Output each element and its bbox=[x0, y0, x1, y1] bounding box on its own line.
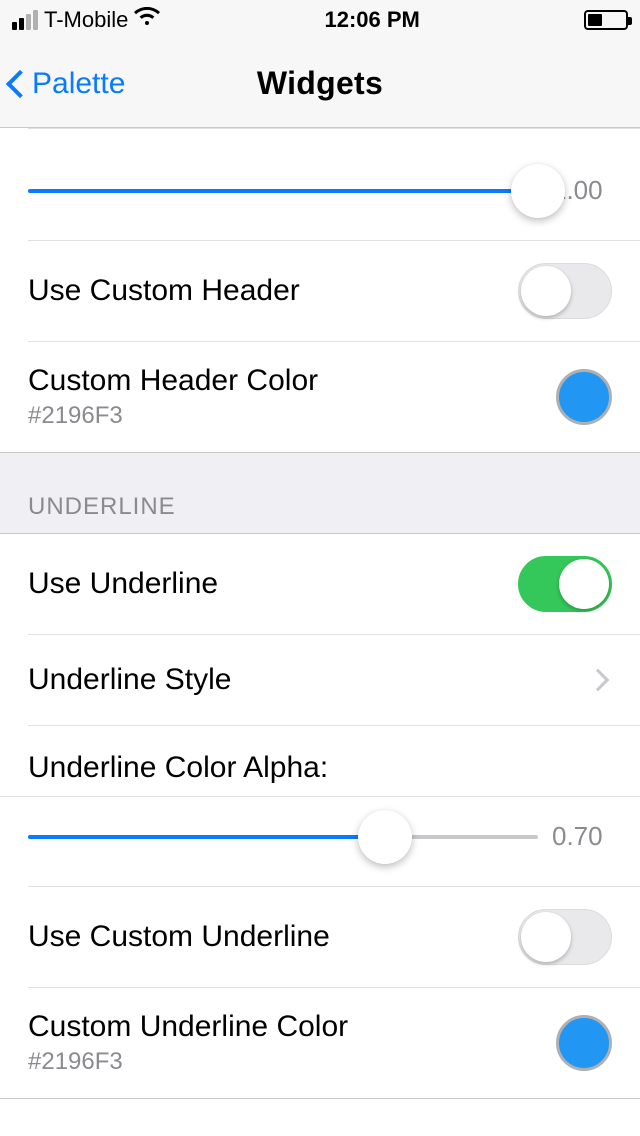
chevron-left-icon bbox=[6, 69, 34, 97]
underline-style-row[interactable]: Underline Style bbox=[0, 635, 640, 725]
header-alpha-slider-cell: 1.00 bbox=[0, 129, 640, 240]
use-underline-row: Use Underline bbox=[0, 534, 640, 634]
use-custom-underline-row: Use Custom Underline bbox=[0, 887, 640, 987]
custom-underline-color-hex: #2196F3 bbox=[28, 1048, 556, 1076]
slider-thumb[interactable] bbox=[511, 164, 565, 218]
underline-section-header: UNDERLINE bbox=[0, 453, 640, 533]
nav-bar: Palette Widgets bbox=[0, 40, 640, 128]
custom-underline-color-row[interactable]: Custom Underline Color #2196F3 bbox=[0, 988, 640, 1098]
use-underline-label: Use Underline bbox=[28, 567, 518, 601]
use-custom-underline-label: Use Custom Underline bbox=[28, 920, 518, 954]
content-scroll[interactable]: 1.00 Use Custom Header Custom Header Col… bbox=[0, 128, 640, 1136]
wifi-icon bbox=[134, 7, 160, 33]
clock: 12:06 PM bbox=[324, 7, 419, 33]
use-custom-header-label: Use Custom Header bbox=[28, 274, 518, 308]
battery-icon bbox=[584, 10, 628, 30]
chevron-right-icon bbox=[587, 669, 610, 692]
page-title: Widgets bbox=[257, 65, 383, 102]
custom-header-color-label: Custom Header Color bbox=[28, 364, 556, 398]
underline-alpha-slider[interactable] bbox=[28, 835, 538, 839]
underline-alpha-label-row: Underline Color Alpha: bbox=[0, 726, 640, 796]
signal-bars-icon bbox=[12, 10, 38, 30]
custom-header-color-swatch[interactable] bbox=[556, 369, 612, 425]
underline-alpha-label: Underline Color Alpha: bbox=[28, 751, 612, 785]
status-left: T-Mobile bbox=[12, 7, 160, 33]
carrier-label: T-Mobile bbox=[44, 7, 128, 33]
custom-underline-color-label: Custom Underline Color bbox=[28, 1010, 556, 1044]
back-label: Palette bbox=[32, 67, 125, 101]
status-bar: T-Mobile 12:06 PM bbox=[0, 0, 640, 40]
back-button[interactable]: Palette bbox=[10, 40, 125, 127]
slider-thumb[interactable] bbox=[358, 810, 412, 864]
use-custom-underline-toggle[interactable] bbox=[518, 909, 612, 965]
use-underline-toggle[interactable] bbox=[518, 556, 612, 612]
custom-header-color-row[interactable]: Custom Header Color #2196F3 bbox=[0, 342, 640, 452]
underline-alpha-value: 0.70 bbox=[552, 821, 612, 852]
custom-underline-color-swatch[interactable] bbox=[556, 1015, 612, 1071]
custom-header-color-hex: #2196F3 bbox=[28, 402, 556, 430]
underline-alpha-slider-cell: 0.70 bbox=[0, 796, 640, 886]
use-custom-header-toggle[interactable] bbox=[518, 263, 612, 319]
underline-style-label: Underline Style bbox=[28, 663, 590, 697]
use-custom-header-row: Use Custom Header bbox=[0, 241, 640, 341]
header-alpha-slider[interactable] bbox=[28, 189, 538, 193]
status-right bbox=[584, 10, 628, 30]
